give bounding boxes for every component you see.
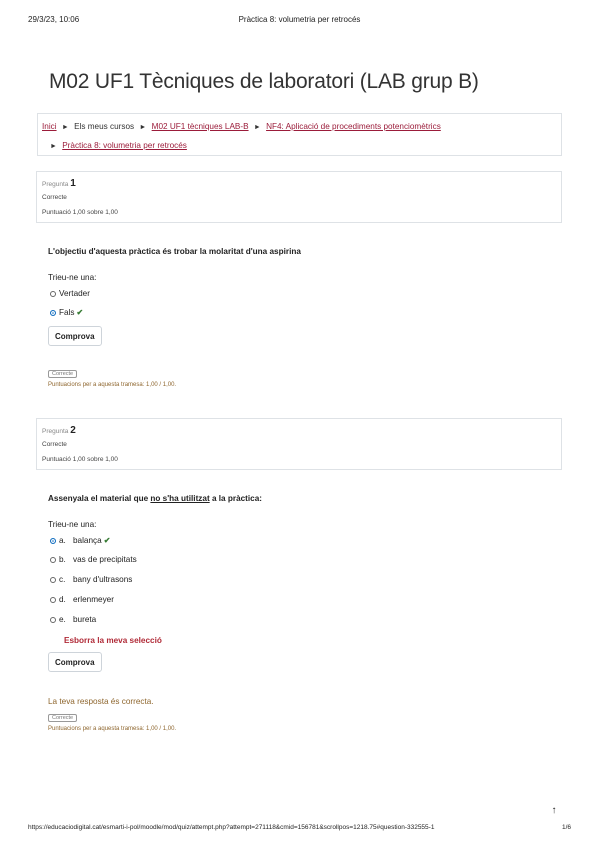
question-1-text: L'objectiu d'aquesta pràctica és trobar … <box>48 247 301 256</box>
question-number: Pregunta 2 <box>42 425 76 436</box>
option-d[interactable]: d. erlenmeyer <box>50 595 114 604</box>
option-false[interactable]: Fals ✔ <box>50 307 83 317</box>
question-number: Pregunta 1 <box>42 178 76 189</box>
correct-check-icon: ✔ <box>76 308 84 317</box>
option-e[interactable]: e. bureta <box>50 615 96 624</box>
radio-button-selected[interactable] <box>50 310 56 316</box>
score-text: Puntuacions per a aquesta tramesa: 1,00 … <box>48 382 177 388</box>
breadcrumb-my-courses[interactable]: Els meus cursos <box>74 122 134 131</box>
question-mark: Puntuació 1,00 sobre 1,00 <box>42 209 118 216</box>
question-1-info: Pregunta 1 Correcte Puntuació 1,00 sobre… <box>36 171 562 223</box>
question-2-prompt: Trieu-ne una: <box>48 520 97 529</box>
radio-button[interactable] <box>50 617 56 623</box>
option-true[interactable]: Vertader <box>50 289 90 298</box>
option-b[interactable]: b. vas de precipitats <box>50 555 137 564</box>
option-a[interactable]: a. balança ✔ <box>50 535 111 545</box>
question-2-info: Pregunta 2 Correcte Puntuació 1,00 sobre… <box>36 418 562 470</box>
footer-url: https://educaciodigital.cat/esmarti-i-po… <box>28 824 435 831</box>
breadcrumb-separator-icon: ► <box>139 124 147 131</box>
correct-check-icon: ✔ <box>103 536 111 545</box>
check-button[interactable]: Comprova <box>48 326 102 346</box>
radio-button[interactable] <box>50 557 56 563</box>
radio-button[interactable] <box>50 577 56 583</box>
radio-button[interactable] <box>50 597 56 603</box>
breadcrumb-home[interactable]: Inici <box>42 122 57 131</box>
breadcrumb-course[interactable]: M02 UF1 tècniques LAB-B <box>152 122 249 131</box>
breadcrumb: Inici ► Els meus cursos ► M02 UF1 tècniq… <box>37 113 562 156</box>
breadcrumb-separator-icon: ► <box>61 124 69 131</box>
question-1-prompt: Trieu-ne una: <box>48 273 97 282</box>
state-badge: Correcte <box>48 370 78 378</box>
breadcrumb-section[interactable]: NF4: Aplicació de procediments potenciom… <box>266 122 441 131</box>
radio-button[interactable] <box>50 291 56 297</box>
question-state: Correcte <box>42 194 67 201</box>
breadcrumb-activity[interactable]: Pràctica 8: volumetria per retrocés <box>62 141 187 150</box>
question-state: Correcte <box>42 441 67 448</box>
page-title: M02 UF1 Tècniques de laboratori (LAB gru… <box>49 70 479 93</box>
page-number: 1/6 <box>562 824 572 831</box>
question-2-text: Assenyala el material que no s'ha utilit… <box>48 494 263 503</box>
breadcrumb-separator-icon: ► <box>50 143 57 150</box>
feedback-text: La teva resposta és correcta. <box>48 697 154 706</box>
radio-button-selected[interactable] <box>50 538 56 544</box>
arrow-up-icon[interactable]: ↑ <box>545 803 563 819</box>
option-c[interactable]: c. bany d'ultrasons <box>50 575 132 584</box>
score-text: Puntuacions per a aquesta tramesa: 1,00 … <box>48 726 177 732</box>
print-title: Pràctica 8: volumetria per retrocés <box>238 15 361 24</box>
state-badge: Correcte <box>48 714 78 722</box>
question-mark: Puntuació 1,00 sobre 1,00 <box>42 456 118 463</box>
clear-selection-link[interactable]: Esborra la meva selecció <box>64 636 162 645</box>
check-button[interactable]: Comprova <box>48 652 102 672</box>
breadcrumb-separator-icon: ► <box>253 124 261 131</box>
